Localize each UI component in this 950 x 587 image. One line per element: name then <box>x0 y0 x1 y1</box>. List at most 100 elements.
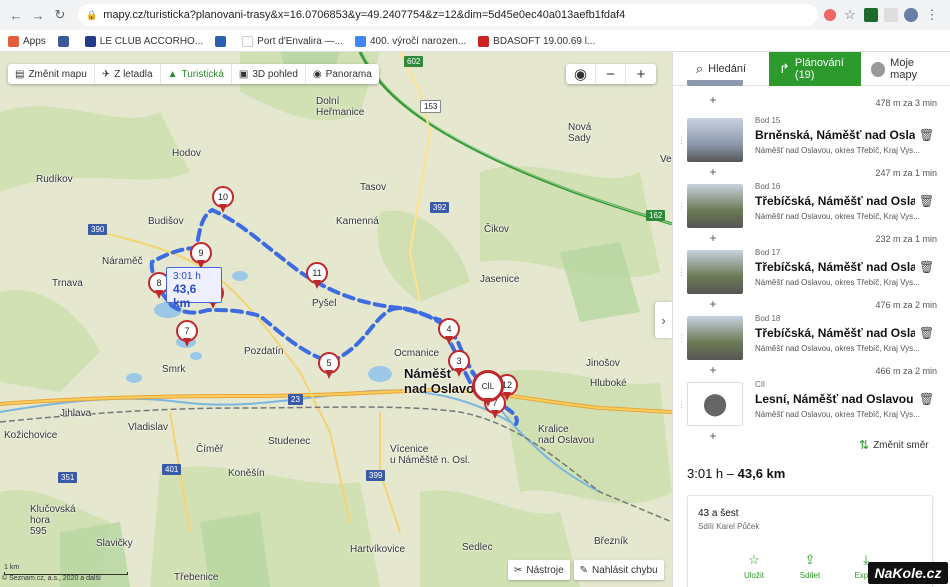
reload-icon[interactable]: ↻ <box>52 7 68 23</box>
translate-icon[interactable] <box>824 9 836 21</box>
place-label: Trnava <box>52 278 83 289</box>
drag-handle-icon[interactable]: ⋮⋮ <box>677 268 695 284</box>
map-type-4[interactable]: ◉ Panorama <box>306 64 379 84</box>
collapse-panel-button[interactable]: › <box>655 302 672 338</box>
bookmark-item[interactable]: 400. výročí narozen... <box>355 35 467 47</box>
url-text: mapy.cz/turisticka?planovani-trasy&x=16.… <box>103 9 626 21</box>
zoom-in-button[interactable]: + <box>626 64 656 84</box>
insert-point-button[interactable]: + <box>707 429 719 443</box>
map-tool-label: Nahlásit chybu <box>592 564 658 576</box>
trash-icon[interactable]: 🗑 <box>919 326 934 340</box>
drag-handle-icon[interactable]: ⋮⋮ <box>677 334 695 350</box>
road-number: 153 <box>420 100 442 113</box>
waypoint-label: Bod 15 <box>755 116 781 125</box>
trash-icon[interactable]: 🗑 <box>919 260 934 274</box>
place-label: Kamenná <box>336 216 379 227</box>
drag-handle-icon[interactable]: ⋮⋮ <box>677 136 695 152</box>
copyright: © Seznam.cz, a.s., 2020 a další <box>2 575 101 582</box>
lock-icon: 🔒 <box>86 9 98 20</box>
waypoint-pin[interactable]: CÍL <box>472 370 504 407</box>
zoom-out-button[interactable]: − <box>596 64 626 84</box>
back-icon[interactable]: ← <box>8 7 24 23</box>
trash-icon[interactable]: 🗑 <box>919 194 934 208</box>
bookmark-icon <box>84 35 96 47</box>
tab-planning[interactable]: ↱ Plánování (19) <box>769 52 861 86</box>
route-summary-bubble[interactable]: 3:01 h 43,6 km <box>166 267 222 310</box>
url-field[interactable]: 🔒 mapy.cz/turisticka?planovani-trasy&x=1… <box>78 4 818 26</box>
waypoint-address: Náměšť nad Oslavou, okres Třebíč, Kraj V… <box>755 278 920 287</box>
waypoint-label: Bod 16 <box>755 182 781 191</box>
waypoint-pin[interactable]: 11 <box>306 262 328 290</box>
waypoint-thumbnail: ⬤ <box>687 382 743 426</box>
road-number: 351 <box>58 472 78 483</box>
bookmark-item[interactable] <box>57 35 73 47</box>
route-shared-by: Sdílí Karel Půček <box>698 522 760 531</box>
place-label: Třebenice <box>174 572 219 583</box>
bookmark-item[interactable]: Apps <box>8 35 46 47</box>
reverse-route-button[interactable]: ⇅ Změnit směr <box>859 438 929 452</box>
extension-icon[interactable] <box>864 8 878 22</box>
cube-icon: ▣ <box>238 68 249 80</box>
bookmark-icon <box>8 35 19 47</box>
extension-2-icon[interactable] <box>884 8 898 22</box>
bookmarks-bar: Apps LE CLUB ACCORHO... Port d'Envalira —.… <box>0 30 950 52</box>
map-tool-button[interactable]: ✎ Nahlásit chybu <box>573 560 664 580</box>
search-icon: ⌕ <box>695 61 704 76</box>
waypoint-pin[interactable]: 7 <box>176 320 198 348</box>
bookmark-icon <box>355 35 366 47</box>
place-label: Budišov <box>148 216 184 227</box>
map-type-1[interactable]: ✈ Z letadla <box>95 64 161 84</box>
insert-point-button[interactable]: + <box>707 93 719 107</box>
waypoint-pin[interactable]: 9 <box>190 242 212 270</box>
bookmark-item[interactable]: BDASOFT 19.00.69 l... <box>478 35 595 47</box>
waypoint-address: Náměšť nad Oslavou, okres Třebíč, Kraj V… <box>755 410 920 419</box>
segment-distance: 232 m za 1 min <box>875 234 937 244</box>
trash-icon[interactable]: 🗑 <box>919 128 934 142</box>
share-icon: ⇪ <box>804 552 816 567</box>
forward-icon[interactable]: → <box>30 7 46 23</box>
waypoint-pin[interactable]: 4 <box>438 318 460 346</box>
insert-point-button[interactable]: + <box>707 231 719 245</box>
browser-chrome: ← → ↻ 🔒 mapy.cz/turisticka?planovani-tra… <box>0 0 950 52</box>
map-tool-button[interactable]: ✂ Nástroje <box>508 560 570 580</box>
waypoint-label: Bod 17 <box>755 248 781 257</box>
place-label: Sedlec <box>462 542 493 553</box>
place-label: Kralice nad Oslavou <box>538 424 595 446</box>
menu-icon[interactable]: ⋮ <box>924 7 940 23</box>
waypoint-pin[interactable]: 5 <box>318 352 340 380</box>
waypoint-pin[interactable]: 3 <box>448 350 470 378</box>
drag-handle-icon[interactable]: ⋮⋮ <box>677 400 695 416</box>
place-label: Kožichovice <box>4 430 58 441</box>
mountain-icon: ▲ <box>167 68 178 80</box>
insert-point-button[interactable]: + <box>707 165 719 179</box>
previous-thumb <box>687 80 743 86</box>
bookmark-item[interactable] <box>215 35 230 47</box>
map-view[interactable]: Dolní Heřmanice Nová Sady Hodov Rudíkov Taso… <box>0 52 672 587</box>
map-type-label: Změnit mapu <box>28 68 87 80</box>
share-label: Sdílet <box>799 571 821 580</box>
profile-avatar[interactable] <box>904 8 918 22</box>
trash-icon[interactable]: 🗑 <box>919 392 934 406</box>
total-separator: – <box>726 466 735 481</box>
segment-distance: 466 m za 2 min <box>875 366 937 376</box>
bookmark-label: 400. výročí narozen... <box>370 35 467 47</box>
share-button[interactable]: ⇪ Sdílet <box>780 552 840 580</box>
waypoint-address: Náměšť nad Oslavou, okres Třebíč, Kraj V… <box>755 212 920 221</box>
route-time: 3:01 h <box>173 271 201 282</box>
bookmark-label: LE CLUB ACCORHO... <box>99 35 204 47</box>
star-bookmark-icon[interactable]: ☆ <box>842 7 858 23</box>
map-type-2[interactable]: ▲ Turistická <box>161 64 232 84</box>
map-type-3[interactable]: ▣ 3D pohled <box>232 64 306 84</box>
save-button[interactable]: ☆ Uložit <box>724 552 784 580</box>
insert-point-button[interactable]: + <box>707 297 719 311</box>
locate-button[interactable]: ◉ <box>566 64 596 84</box>
drag-handle-icon[interactable]: ⋮⋮ <box>677 202 695 218</box>
insert-point-button[interactable]: + <box>707 363 719 377</box>
waypoint-pin[interactable]: 10 <box>212 186 234 214</box>
bookmark-item[interactable]: LE CLUB ACCORHO... <box>84 35 204 47</box>
bookmark-item[interactable]: Port d'Envalira —... <box>242 35 343 47</box>
pencil-icon: ✎ <box>579 564 589 576</box>
map-bottom-buttons: ✂ Nástroje ✎ Nahlásit chybu <box>508 560 664 580</box>
map-type-0[interactable]: ▤ Změnit mapu <box>8 64 95 84</box>
tab-my-maps[interactable]: Moje mapy <box>861 52 950 86</box>
